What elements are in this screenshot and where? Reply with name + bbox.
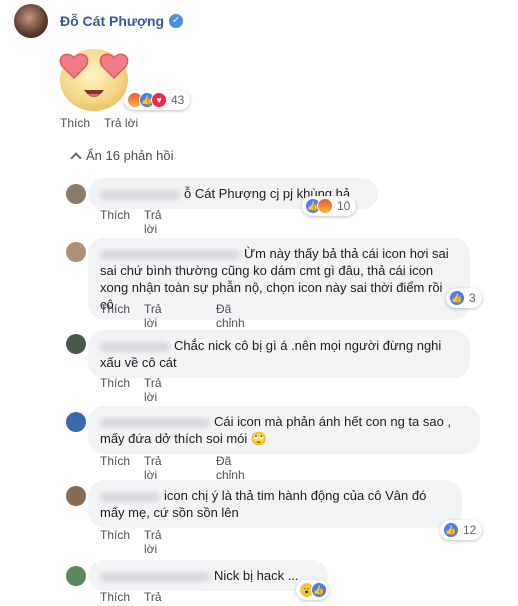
love-reaction-icon: ♥ (151, 92, 167, 108)
avatar[interactable] (66, 334, 86, 354)
reply-actions: Thích Trả lời (100, 376, 162, 404)
avatar[interactable] (66, 566, 86, 586)
angry-reaction-icon (317, 198, 333, 214)
like-link[interactable]: Thích (100, 590, 130, 606)
reply-link[interactable]: Trả lời (144, 376, 162, 404)
reaction-summary[interactable]: 👍 ♥ 43 (124, 90, 191, 110)
like-link[interactable]: Thích (100, 528, 130, 556)
reaction-count: 3 (469, 291, 476, 305)
avatar[interactable] (66, 184, 86, 204)
author-name[interactable]: Đỗ Cát Phượng (60, 13, 164, 29)
like-link[interactable]: Thích (100, 376, 130, 404)
avatar[interactable] (14, 4, 48, 38)
reaction-count: 43 (171, 93, 185, 107)
chevron-up-icon (70, 151, 82, 164)
reply-bubble: icon chị ý là thả tim hành động của cô V… (88, 480, 462, 528)
reply-bubble: Nick bị hack ... (88, 560, 328, 591)
reply-bubble: Chắc nick cô bị gì á .nên mọi người đừng… (88, 330, 470, 378)
reaction-summary[interactable]: 👍 3 (446, 288, 482, 308)
reaction-summary[interactable]: 👍 10 (302, 196, 357, 216)
reply-actions: Thích Trả lời (100, 590, 162, 606)
heart-eyes-emoji-icon (59, 49, 129, 111)
reply-link[interactable]: Trả lời (104, 116, 138, 130)
reply-text: Nick bị hack ... (214, 568, 299, 583)
reaction-summary[interactable]: 👍 12 (440, 520, 483, 540)
comment-actions: Thích Trả lời (60, 116, 138, 130)
reply-bubble: Cái icon mà phản ánh hết con ng ta sao ,… (88, 406, 480, 454)
like-link[interactable]: Thích (60, 116, 90, 130)
verified-check-icon: ✓ (169, 14, 184, 28)
comment-author: Đỗ Cát Phượng ✓ (14, 4, 184, 38)
like-reaction-icon: 👍 (311, 582, 327, 598)
hide-replies-label: Ẩn 16 phản hồi (86, 148, 174, 163)
reaction-summary[interactable]: 😮 👍 (296, 580, 329, 600)
reply-actions: Thích Trả lời (100, 208, 162, 236)
like-link[interactable]: Thích (100, 208, 130, 236)
reaction-count: 12 (463, 523, 477, 537)
reply-link[interactable]: Trả lời (144, 590, 162, 606)
reply-link[interactable]: Trả lời (144, 208, 162, 236)
avatar[interactable] (66, 486, 86, 506)
reaction-count: 10 (337, 199, 351, 213)
hide-replies-toggle[interactable]: Ẩn 16 phản hồi (70, 148, 174, 164)
avatar[interactable] (66, 412, 86, 432)
reply-link[interactable]: Trả lời (144, 528, 162, 556)
avatar[interactable] (66, 242, 86, 262)
reply-actions: Thích Trả lời (100, 528, 162, 556)
like-reaction-icon: 👍 (443, 522, 459, 538)
like-reaction-icon: 👍 (449, 290, 465, 306)
